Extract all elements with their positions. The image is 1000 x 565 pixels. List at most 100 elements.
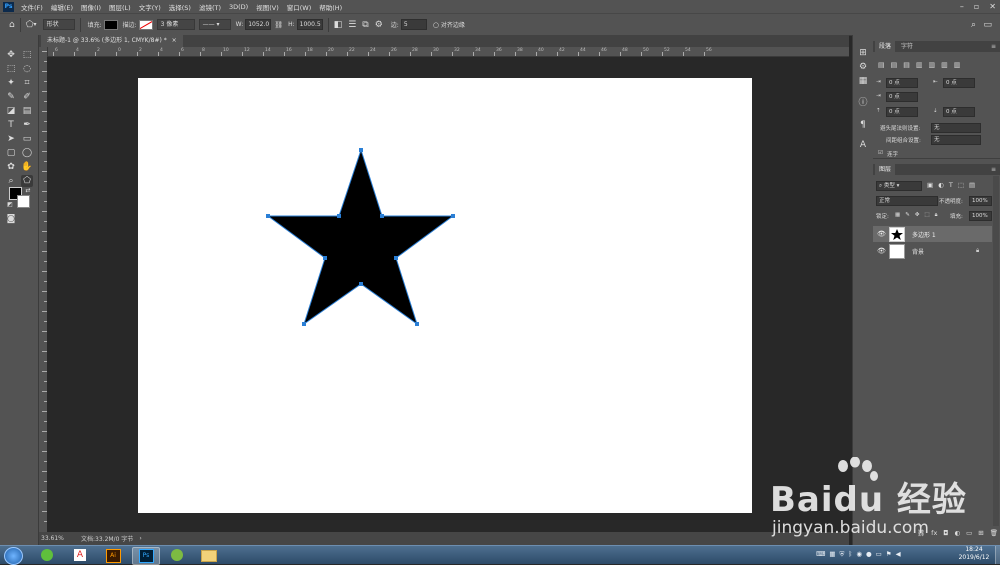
- fill-input[interactable]: 100%: [969, 211, 992, 221]
- layer-filter-buttons: ▣ ◐ T ⬚ ▤: [927, 181, 975, 189]
- status-bar: 33.61% 文档:33.2M/0 字节 ›: [39, 532, 849, 545]
- filter-adjust-icon[interactable]: ◐: [938, 181, 944, 189]
- justify-last-right-icon[interactable]: ▥: [941, 61, 948, 69]
- lock-pixels-icon[interactable]: ✎: [905, 212, 910, 219]
- lock-icon: 🔒︎: [976, 247, 980, 254]
- tray-shield-icon[interactable]: ⛨: [840, 550, 845, 559]
- paragraph-align-buttons: ▤ ▤ ▤ ▥ ▥ ▥ ▥: [878, 61, 988, 69]
- character-icon[interactable]: A: [857, 139, 869, 151]
- document-info: 文档:33.2M/0 字节: [81, 536, 134, 543]
- photoshop-icon[interactable]: Ps: [132, 547, 160, 565]
- lock-artboard-icon[interactable]: ⬚: [924, 212, 929, 219]
- tray-app-icon[interactable]: ◉: [856, 550, 862, 559]
- lock-buttons: ▦ ✎ ✥ ⬚ 🔒︎: [895, 212, 938, 219]
- justify-all-icon[interactable]: ▥: [954, 61, 961, 69]
- space-after-field[interactable]: 0 点: [943, 107, 975, 117]
- tab-layers[interactable]: 图层: [875, 164, 896, 175]
- opacity-input[interactable]: 100%: [969, 196, 992, 206]
- illustrator-icon[interactable]: Ai: [100, 547, 126, 563]
- taskbar-clock[interactable]: 18:24 2019/6/12: [954, 546, 994, 562]
- file-explorer-icon[interactable]: [196, 547, 222, 563]
- indent-first-line-field[interactable]: 0 点: [886, 92, 918, 102]
- taskbar-app-360-icon[interactable]: [34, 547, 60, 563]
- mojikumi-select[interactable]: 无: [931, 135, 981, 145]
- baidu-brand: Baidu 经验: [770, 480, 967, 520]
- anchor-point[interactable]: [380, 214, 384, 218]
- star-shape[interactable]: [266, 148, 455, 326]
- lock-position-icon[interactable]: ✥: [915, 212, 920, 219]
- tab-character[interactable]: 字符: [897, 41, 917, 52]
- filter-type-icon[interactable]: T: [949, 181, 953, 189]
- anchor-point[interactable]: [394, 256, 398, 260]
- system-tray: ⌨ ▦ ⛨ ᛒ ◉ ● ▭ ⚑ ◀: [816, 550, 901, 559]
- anchor-point[interactable]: [266, 214, 270, 218]
- tray-volume-icon[interactable]: ◀: [896, 550, 901, 559]
- tray-keyboard-icon[interactable]: ⌨: [816, 550, 825, 559]
- layer-thumbnail: [889, 244, 905, 259]
- anchor-point[interactable]: [415, 322, 419, 326]
- lock-all-icon[interactable]: 🔒︎: [935, 212, 938, 219]
- tray-qq-icon[interactable]: ●: [866, 550, 872, 559]
- anchor-point[interactable]: [302, 322, 306, 326]
- history-icon[interactable]: ⊞: [857, 47, 869, 59]
- tab-paragraph[interactable]: 段落: [875, 41, 896, 52]
- info-icon[interactable]: ⓘ: [857, 97, 869, 109]
- zoom-level[interactable]: 33.61%: [41, 535, 81, 542]
- anchor-point[interactable]: [451, 214, 455, 218]
- clock-time: 18:24: [965, 546, 983, 553]
- align-right-icon[interactable]: ▤: [903, 61, 910, 69]
- tray-flag-icon[interactable]: ⚑: [886, 550, 892, 559]
- swatches-icon[interactable]: ▦: [857, 75, 869, 87]
- kinsoku-label: 避头尾法则设置:: [880, 126, 921, 132]
- layer-filter-select[interactable]: ⌕ 类型 ▾: [876, 181, 922, 191]
- eye-icon[interactable]: 👁︎: [877, 230, 886, 238]
- tray-display-icon[interactable]: ▭: [876, 550, 882, 559]
- acrobat-icon[interactable]: A: [67, 547, 93, 563]
- show-desktop-button[interactable]: [995, 546, 1000, 564]
- tray-bluetooth-icon[interactable]: ᛒ: [848, 550, 852, 559]
- justify-last-center-icon[interactable]: ▥: [929, 61, 936, 69]
- space-after-icon: ⇣: [933, 108, 938, 114]
- start-orb-icon[interactable]: [4, 547, 23, 565]
- layer-row-background[interactable]: 👁︎ 背景 🔒︎: [873, 243, 992, 259]
- eye-icon[interactable]: 👁︎: [877, 247, 886, 255]
- properties-icon[interactable]: ⚙: [857, 61, 869, 73]
- anchor-point[interactable]: [359, 282, 363, 286]
- indent-right-icon: ⇤: [933, 79, 938, 85]
- justify-last-left-icon[interactable]: ▥: [916, 61, 923, 69]
- anchor-point[interactable]: [359, 148, 363, 152]
- lock-transparency-icon[interactable]: ▦: [895, 212, 900, 219]
- filter-smart-icon[interactable]: ▤: [969, 181, 975, 189]
- hyphenate-label: 连字: [887, 152, 899, 158]
- paragraph-panel-tabs: 段落 字符 ≡: [873, 41, 1000, 52]
- space-before-field[interactable]: 0 点: [886, 107, 918, 117]
- indent-first-icon: ⇥: [876, 93, 881, 99]
- mojikumi-label: 间距组合设置:: [886, 138, 921, 144]
- layers-panel-menu-icon[interactable]: ≡: [987, 164, 1000, 175]
- anchor-point[interactable]: [337, 214, 341, 218]
- kinsoku-select[interactable]: 无: [931, 123, 981, 133]
- panel-menu-icon[interactable]: ≡: [987, 41, 1000, 52]
- anchor-point[interactable]: [323, 256, 327, 260]
- paragraph-icon[interactable]: ¶: [857, 119, 869, 131]
- layer-row-polygon[interactable]: 👁︎ 多边形 1: [873, 226, 992, 242]
- filter-pixel-icon[interactable]: ▣: [927, 181, 933, 189]
- indent-left-field[interactable]: 0 点: [886, 78, 918, 88]
- filter-shape-icon[interactable]: ⬚: [958, 181, 964, 189]
- layer-name[interactable]: 多边形 1: [912, 230, 936, 239]
- status-arrow-icon[interactable]: ›: [139, 535, 141, 542]
- fill-label: 填充:: [950, 214, 963, 220]
- indent-right-field[interactable]: 0 点: [943, 78, 975, 88]
- indent-left-icon: ⇥: [876, 79, 881, 85]
- layer-name[interactable]: 背景: [912, 247, 924, 256]
- tray-network-icon[interactable]: ▦: [829, 550, 835, 559]
- windows-taskbar: A Ai Ps ⌨ ▦ ⛨ ᛒ ◉ ● ▭ ⚑ ◀ 18:24 2019/6/1…: [0, 545, 1000, 565]
- baidu-url: jingyan.baidu.com: [772, 518, 929, 538]
- clock-date: 2019/6/12: [958, 554, 990, 561]
- blend-mode-select[interactable]: 正常: [876, 196, 938, 206]
- align-center-icon[interactable]: ▤: [891, 61, 898, 69]
- hyphenate-checkbox[interactable]: ☑: [878, 150, 883, 156]
- align-left-icon[interactable]: ▤: [878, 61, 885, 69]
- lock-label: 锁定:: [876, 214, 889, 220]
- taskbar-app-green-icon[interactable]: [164, 547, 190, 563]
